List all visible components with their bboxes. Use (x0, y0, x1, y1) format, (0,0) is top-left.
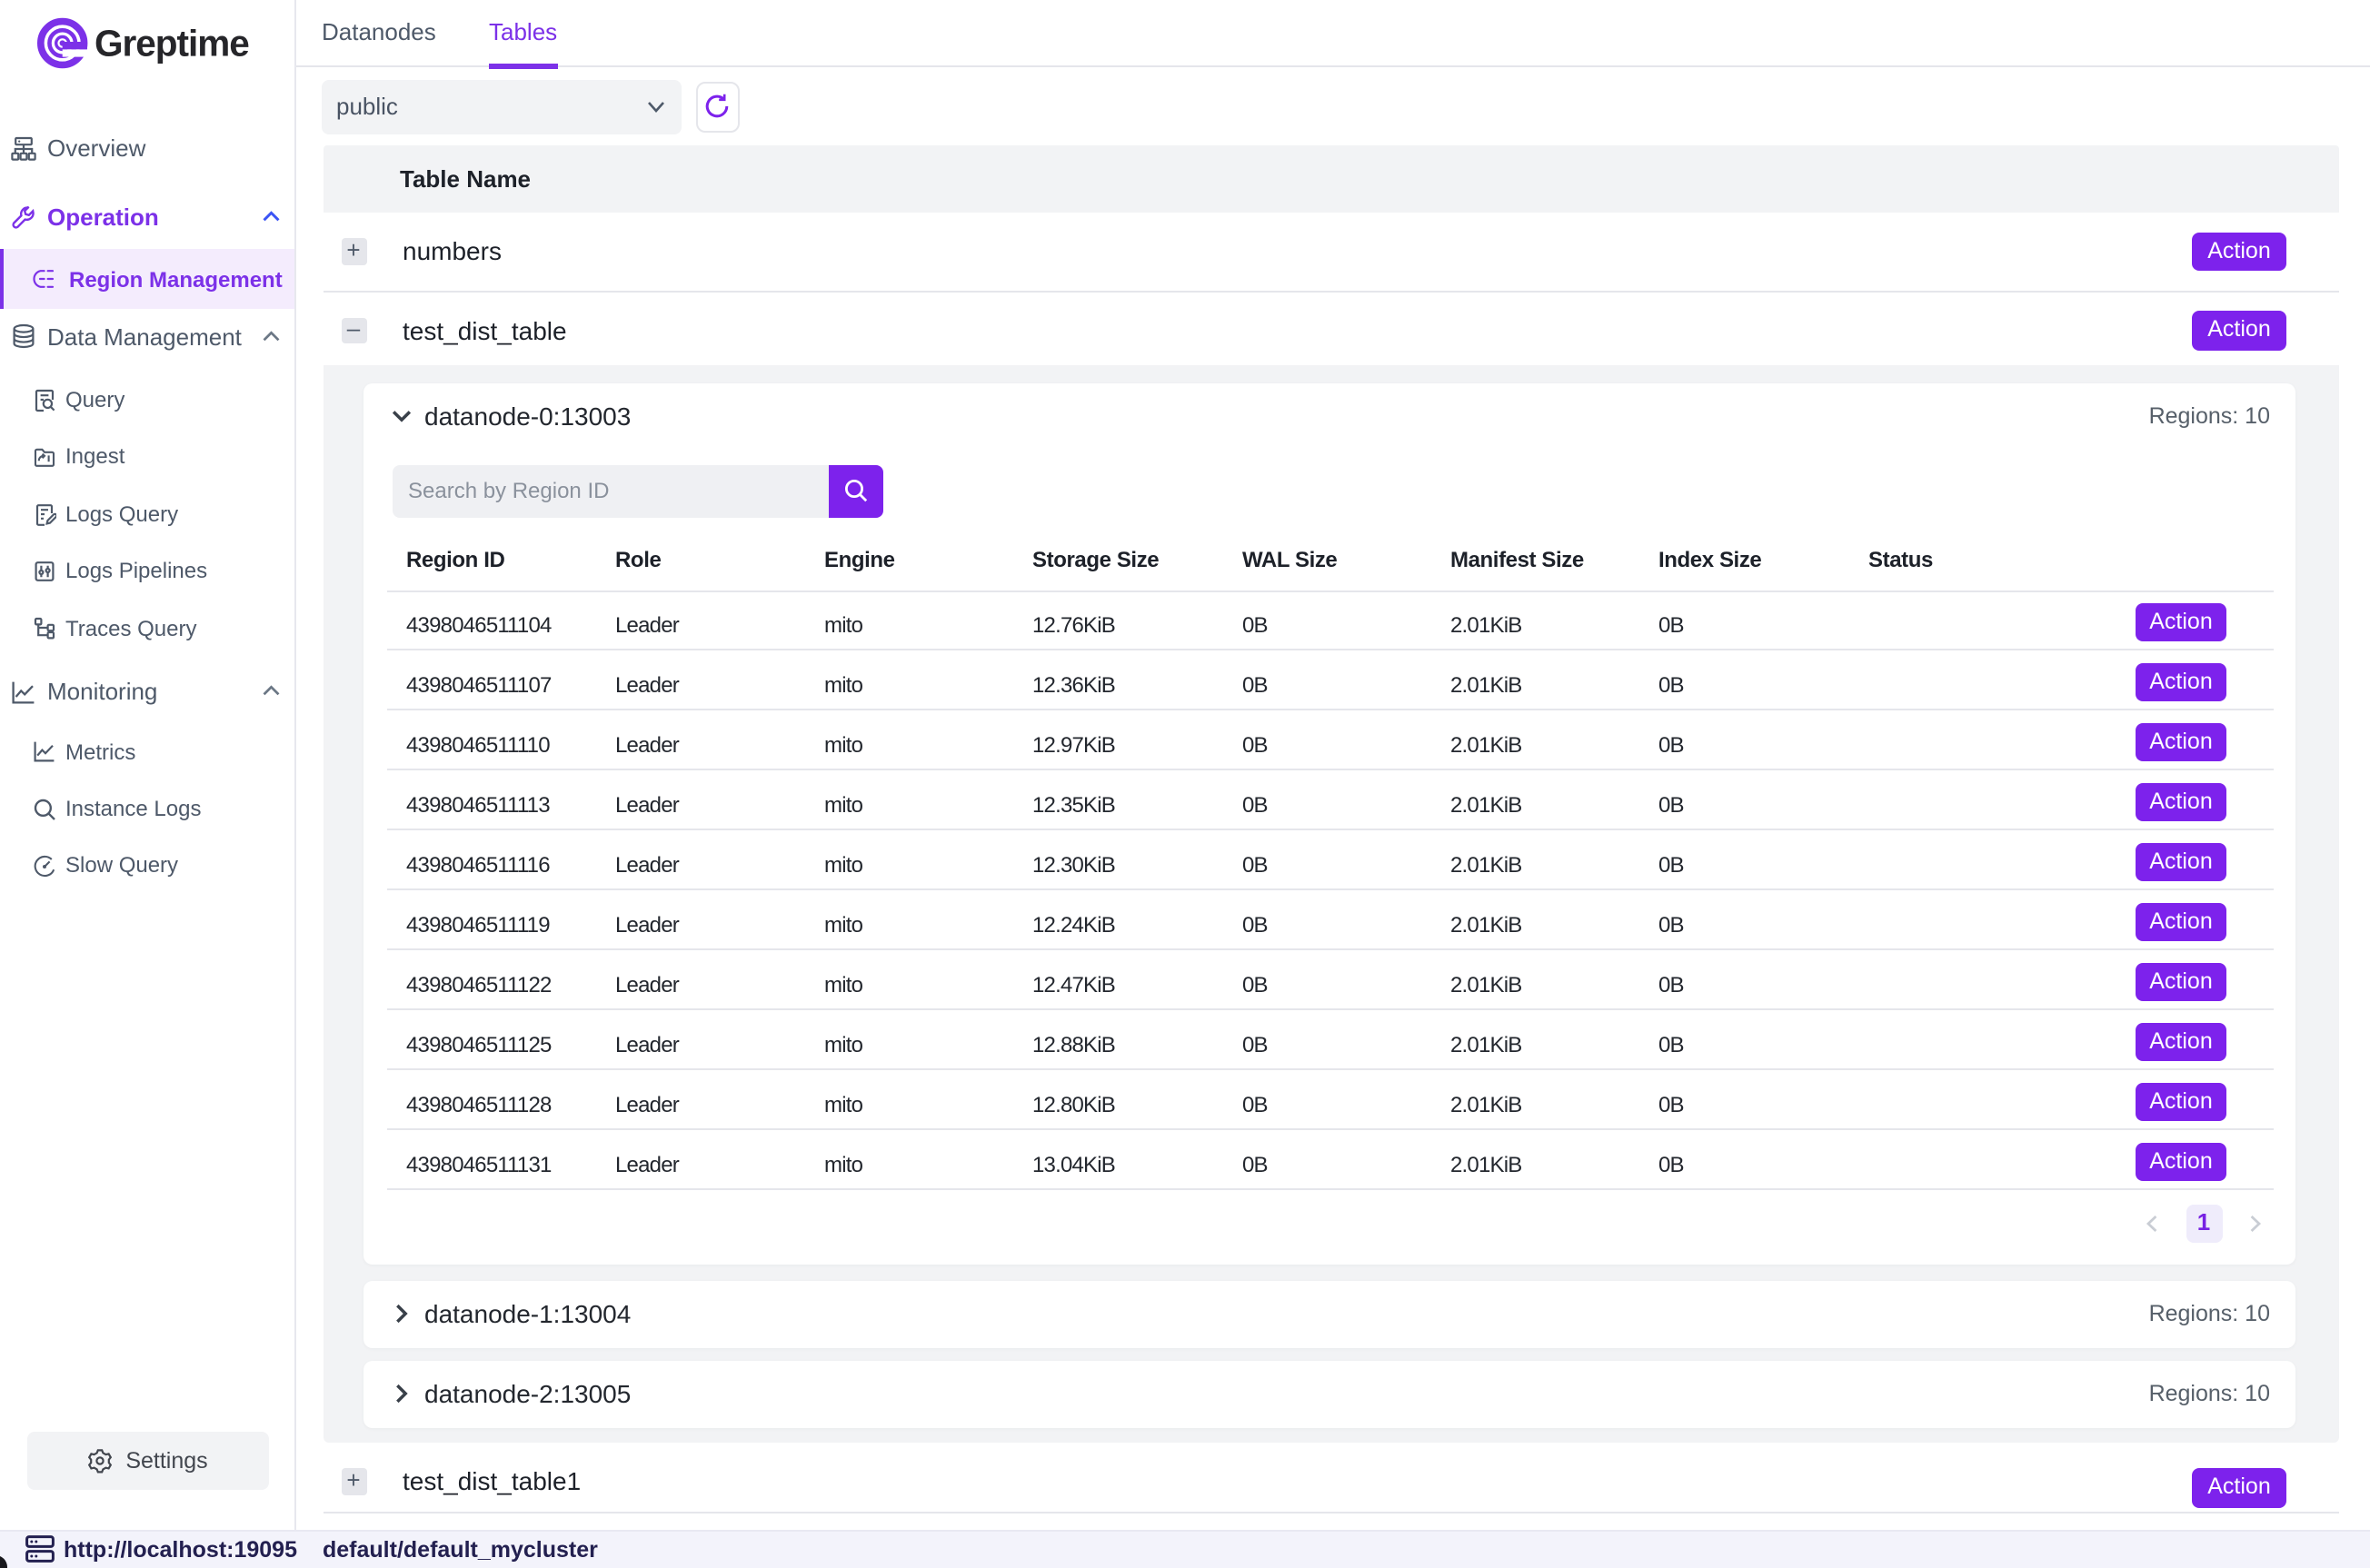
svg-text:Greptime: Greptime (95, 23, 249, 65)
